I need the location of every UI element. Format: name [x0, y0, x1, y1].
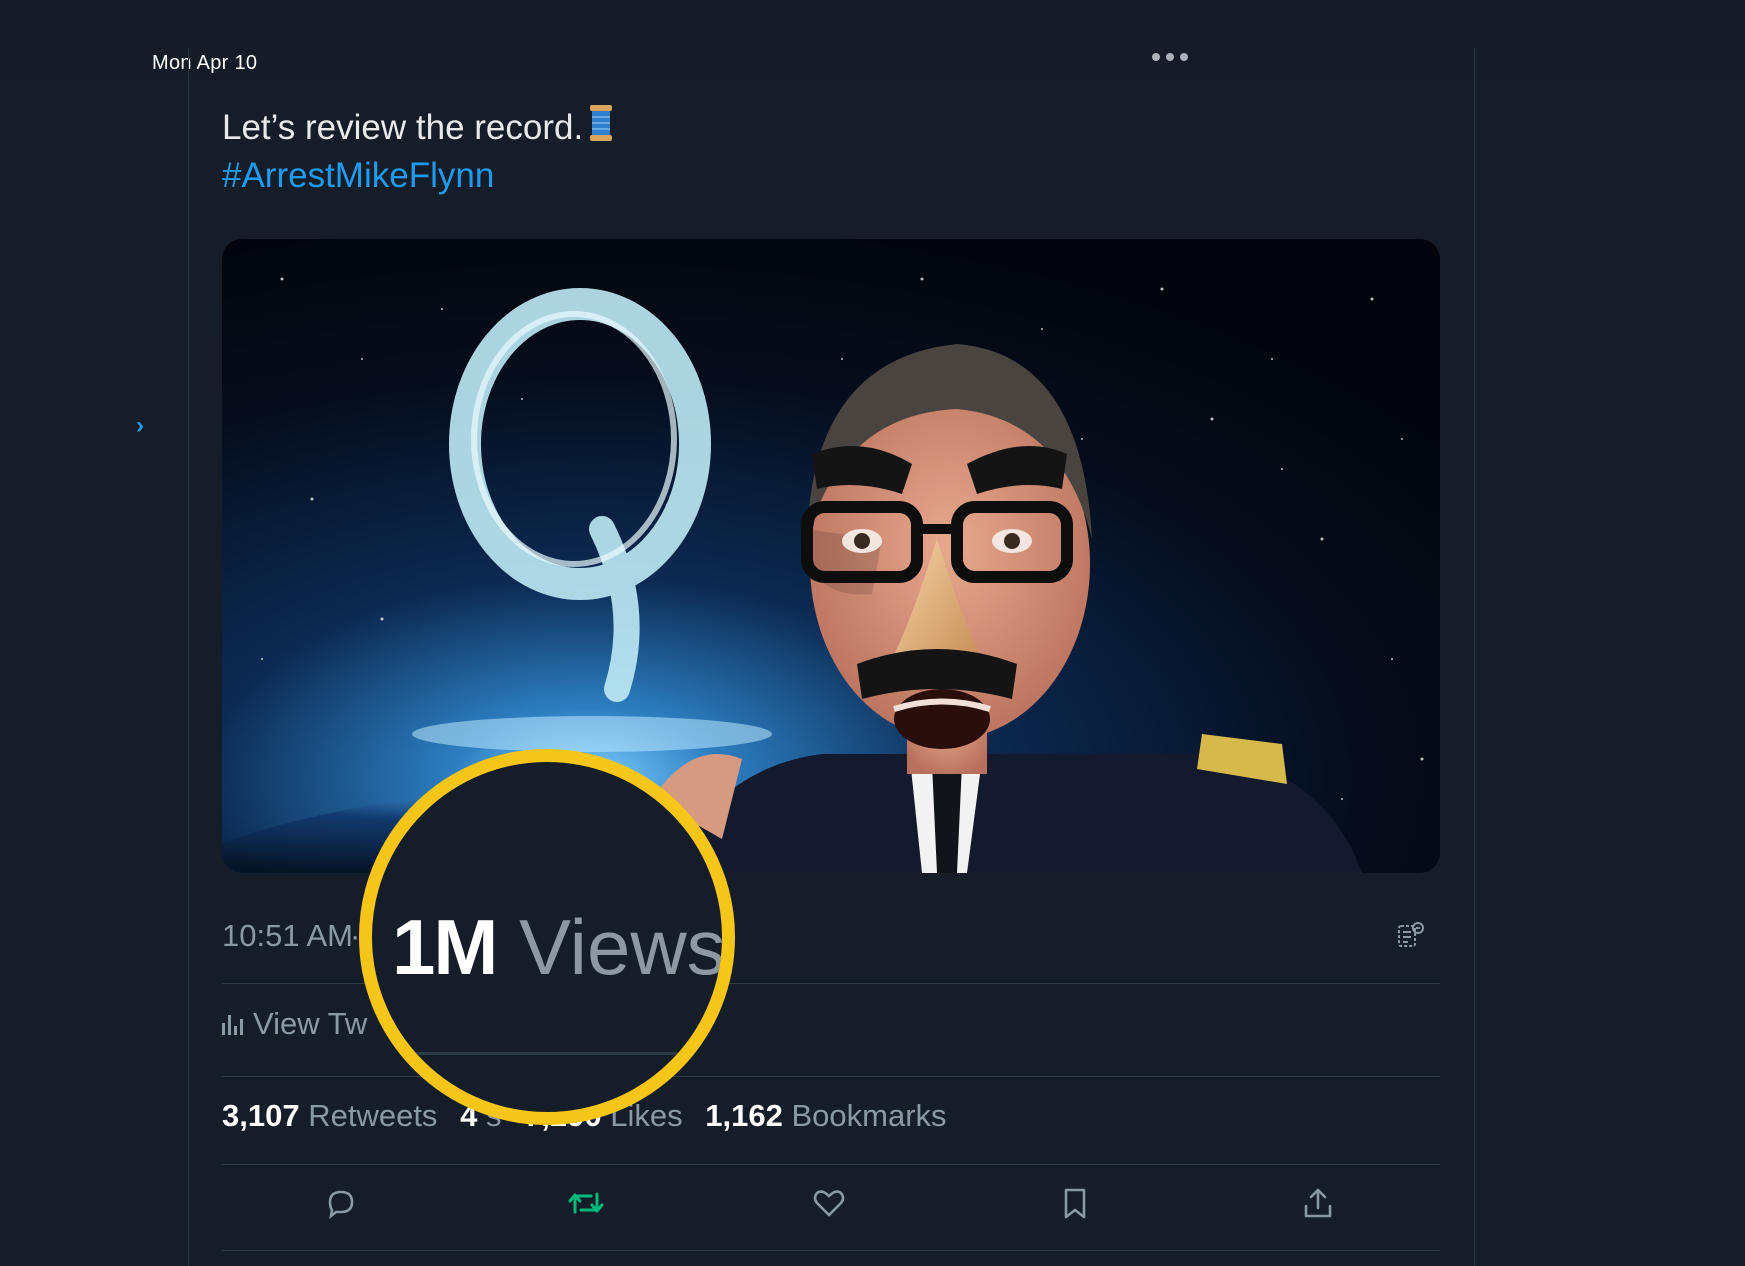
views-count: 1M	[392, 903, 498, 991]
column-border-left	[188, 48, 189, 1266]
bookmarks-label: Bookmarks	[791, 1098, 947, 1133]
analytics-bars-icon	[222, 1013, 243, 1035]
divider	[222, 1164, 1440, 1165]
view-analytics-link[interactable]: View Tw	[222, 1006, 367, 1042]
divider	[222, 1076, 1440, 1077]
date-label: Mon Apr 10	[152, 52, 258, 74]
zoom-divider	[412, 1052, 692, 1055]
more-options-icon[interactable]	[1152, 53, 1188, 61]
chevron-right-icon[interactable]: ›	[136, 412, 144, 440]
hashtag-link[interactable]: #ArrestMikeFlynn	[222, 152, 494, 200]
tweet-timestamp[interactable]: 10:51 AM	[222, 918, 353, 954]
thread-spool-icon	[589, 105, 613, 154]
retweet-icon[interactable]	[567, 1186, 605, 1225]
retweets-label: Retweets	[308, 1098, 438, 1133]
zoom-callout-circle: 1M Views	[359, 749, 735, 1125]
bookmarks-count: 1,162	[705, 1098, 783, 1133]
bookmark-icon[interactable]	[1058, 1186, 1092, 1225]
retweets-count: 3,107	[222, 1098, 300, 1133]
retweets-stat[interactable]: 3,107 Retweets	[222, 1098, 437, 1133]
view-analytics-label: View Tw	[253, 1006, 368, 1041]
tweet-image[interactable]	[222, 239, 1440, 873]
tweet-body: Let’s review the record.	[222, 108, 584, 147]
bookmarks-stat[interactable]: 1,162 Bookmarks	[705, 1098, 946, 1133]
column-border-right	[1474, 48, 1475, 1266]
reply-icon[interactable]	[324, 1186, 358, 1225]
translate-icon[interactable]	[1396, 920, 1426, 955]
divider	[222, 1250, 1440, 1251]
top-bar	[0, 0, 1745, 82]
tweet-text: Let’s review the record.	[222, 104, 613, 154]
like-icon[interactable]	[812, 1186, 846, 1225]
action-bar	[222, 1186, 1440, 1230]
views-label: Views	[519, 903, 726, 991]
share-icon[interactable]	[1301, 1186, 1335, 1225]
